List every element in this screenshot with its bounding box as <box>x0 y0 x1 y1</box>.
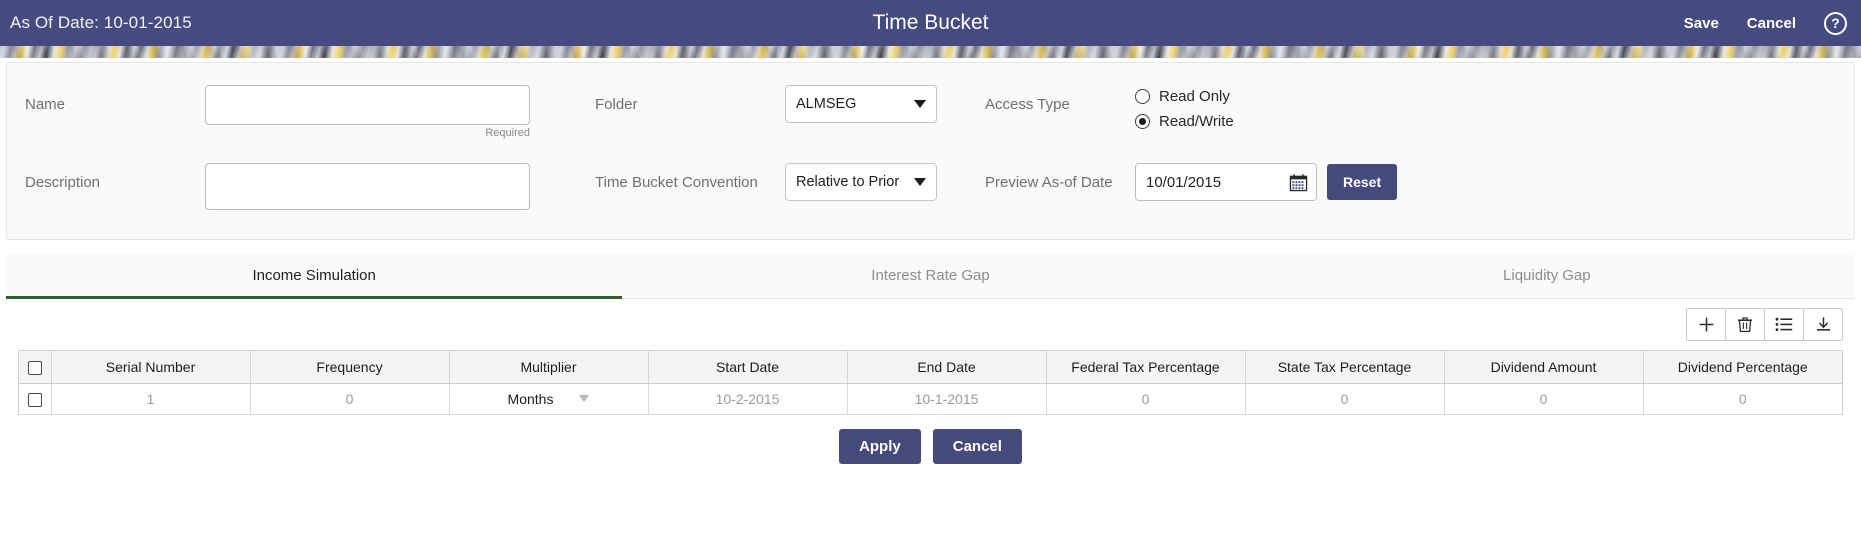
column-header-dividend-percentage[interactable]: Dividend Percentage <box>1643 351 1842 384</box>
footer-actions: Apply Cancel <box>0 415 1861 464</box>
radio-read-only-label: Read Only <box>1159 88 1230 105</box>
convention-select-value: Relative to Prior <box>796 174 900 190</box>
tab-bar: Income Simulation Interest Rate Gap Liqu… <box>6 254 1855 299</box>
access-type-label: Access Type <box>985 96 1070 113</box>
delete-row-button[interactable] <box>1725 308 1765 341</box>
cell-dividend-amount[interactable]: 0 <box>1444 383 1644 415</box>
save-button[interactable]: Save <box>1684 15 1719 32</box>
convention-select-wrap: Relative to Prior <box>785 163 985 201</box>
as-of-date-label: As Of Date: 10-01-2015 <box>10 13 192 32</box>
column-header-state-tax-percentage[interactable]: State Tax Percentage <box>1245 351 1445 384</box>
chevron-down-icon <box>914 100 926 108</box>
row-checkbox[interactable] <box>27 392 42 407</box>
form-grid: Name Required Folder ALMSEG Access Type … <box>7 63 1854 210</box>
cancel-button[interactable]: Cancel <box>1747 15 1796 32</box>
column-header-frequency[interactable]: Frequency <box>250 351 450 384</box>
name-field-wrap: Required <box>205 85 595 139</box>
access-type-radio-group: Read Only Read/Write <box>1135 85 1515 130</box>
column-header-serial-number[interactable]: Serial Number <box>51 351 251 384</box>
column-header-dividend-amount[interactable]: Dividend Amount <box>1444 351 1644 384</box>
apply-button[interactable]: Apply <box>839 428 921 464</box>
description-label: Description <box>25 174 101 191</box>
calendar-icon[interactable] <box>1289 173 1308 192</box>
preview-as-of-date-label: Preview As-of Date <box>985 174 1113 191</box>
time-bucket-table-wrap: Serial Number Frequency Multiplier Start… <box>18 350 1843 415</box>
time-bucket-convention-select[interactable]: Relative to Prior <box>785 163 937 201</box>
select-all-header <box>19 351 52 384</box>
cell-start-date[interactable]: 10-2-2015 <box>648 383 848 415</box>
multiplier-select[interactable]: Months <box>456 391 642 407</box>
table-row[interactable]: 1 0 Months 10-2-2015 10-1-2015 0 0 0 0 <box>19 383 1842 415</box>
time-bucket-convention-label: Time Bucket Convention <box>595 174 758 191</box>
folder-select-wrap: ALMSEG <box>785 85 985 123</box>
reset-button[interactable]: Reset <box>1327 164 1398 200</box>
form-panel: Name Required Folder ALMSEG Access Type … <box>6 62 1855 240</box>
name-required-note: Required <box>485 127 530 139</box>
page-title: Time Bucket <box>872 11 989 34</box>
cell-state-tax-percentage[interactable]: 0 <box>1245 383 1445 415</box>
radio-read-only-mark <box>1135 89 1150 104</box>
tab-liquidity-gap[interactable]: Liquidity Gap <box>1239 254 1855 299</box>
cell-dividend-percentage[interactable]: 0 <box>1643 383 1842 415</box>
name-label: Name <box>25 96 66 113</box>
decorative-texture-band <box>0 46 1861 58</box>
folder-select-value: ALMSEG <box>796 96 857 112</box>
app-header: As Of Date: 10-01-2015 Time Bucket Save … <box>0 0 1861 46</box>
radio-read-write-label: Read/Write <box>1159 113 1234 130</box>
add-row-button[interactable] <box>1686 308 1726 341</box>
folder-label: Folder <box>595 96 638 113</box>
tab-interest-rate-gap[interactable]: Interest Rate Gap <box>622 254 1238 299</box>
chevron-down-icon <box>914 178 926 186</box>
column-header-multiplier[interactable]: Multiplier <box>449 351 649 384</box>
select-all-checkbox[interactable] <box>27 360 42 375</box>
name-input[interactable] <box>205 85 530 125</box>
download-button[interactable] <box>1803 308 1843 341</box>
cell-federal-tax-percentage[interactable]: 0 <box>1046 383 1246 415</box>
footer-cancel-button[interactable]: Cancel <box>932 428 1022 464</box>
folder-select[interactable]: ALMSEG <box>785 85 937 123</box>
radio-read-write[interactable]: Read/Write <box>1135 113 1515 130</box>
trash-icon <box>1738 317 1752 333</box>
row-select-cell <box>19 383 52 415</box>
cell-serial-number[interactable]: 1 <box>51 383 251 415</box>
time-bucket-table: Serial Number Frequency Multiplier Start… <box>19 351 1842 415</box>
preview-date-wrap: 10/01/2015 Reset <box>1135 163 1515 201</box>
description-field-wrap <box>205 163 595 210</box>
list-view-button[interactable] <box>1764 308 1804 341</box>
help-icon[interactable]: ? <box>1824 11 1847 35</box>
table-header-row: Serial Number Frequency Multiplier Start… <box>19 351 1842 384</box>
cell-end-date[interactable]: 10-1-2015 <box>847 383 1047 415</box>
multiplier-value: Months <box>507 390 554 407</box>
plus-icon <box>1699 317 1713 332</box>
preview-as-of-date-input[interactable]: 10/01/2015 <box>1135 163 1317 201</box>
column-header-end-date[interactable]: End Date <box>847 351 1047 384</box>
radio-read-only[interactable]: Read Only <box>1135 88 1515 105</box>
header-actions: Save Cancel ? <box>1684 11 1847 35</box>
cell-frequency[interactable]: 0 <box>250 383 450 415</box>
column-header-federal-tax-percentage[interactable]: Federal Tax Percentage <box>1046 351 1246 384</box>
description-input[interactable] <box>205 163 530 210</box>
download-icon <box>1816 317 1830 331</box>
tab-income-simulation[interactable]: Income Simulation <box>6 254 623 299</box>
radio-read-write-mark <box>1135 114 1150 129</box>
column-header-start-date[interactable]: Start Date <box>648 351 848 384</box>
list-icon <box>1775 317 1793 331</box>
preview-date-value: 10/01/2015 <box>1146 173 1222 191</box>
cell-multiplier[interactable]: Months <box>449 383 649 415</box>
grid-toolbar <box>0 299 1861 350</box>
chevron-down-icon <box>579 395 590 402</box>
